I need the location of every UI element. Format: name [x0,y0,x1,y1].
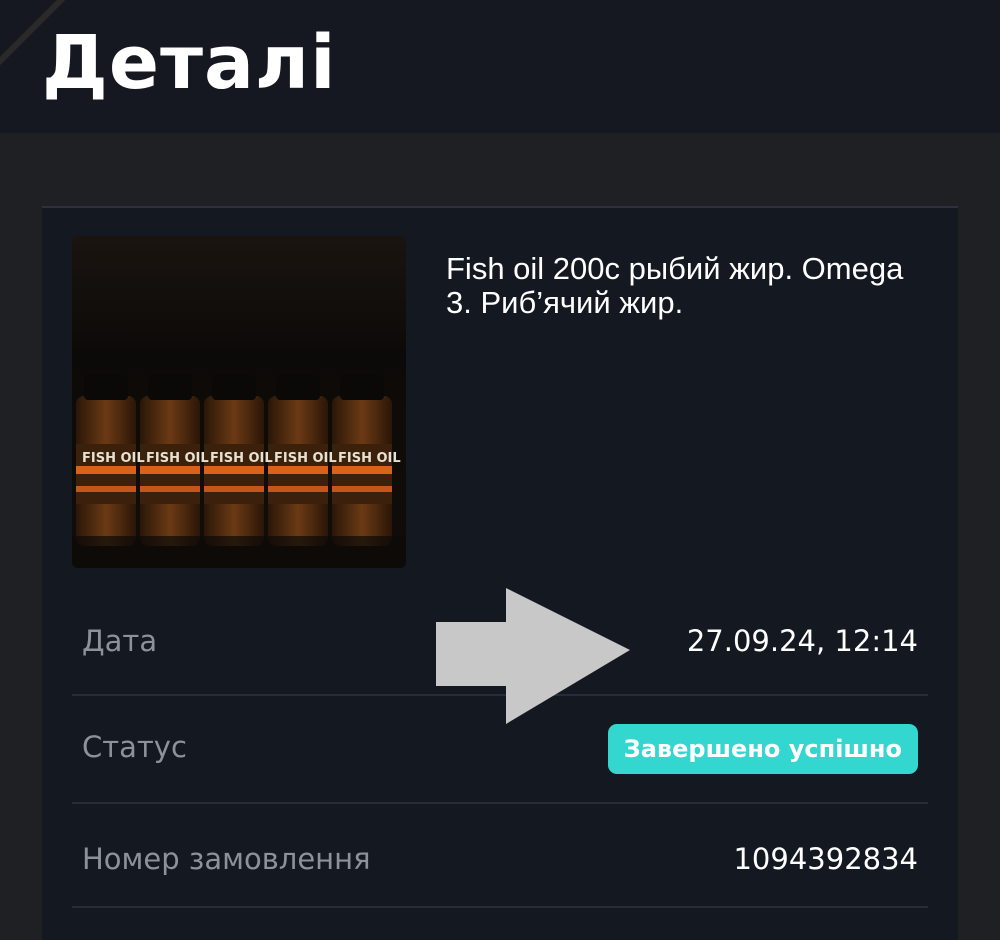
detail-row-order-number: Номер замовлення 1094392834 [72,804,928,908]
status-badge: Завершено успішно [607,724,918,774]
product-image[interactable]: FISH OIL FISH OIL FISH OIL FISH OIL FISH… [72,236,406,568]
svg-text:FISH OIL: FISH OIL [210,451,273,466]
order-number-label: Номер замовлення [82,842,371,876]
svg-text:FISH OIL: FISH OIL [146,451,209,466]
product-title[interactable]: Fish oil 200c рыбий жир. Omega 3. Риб’яч… [446,252,926,320]
order-details-card: FISH OIL FISH OIL FISH OIL FISH OIL FISH… [42,206,958,940]
product-photo-illustration: FISH OIL FISH OIL FISH OIL FISH OIL FISH… [72,236,406,568]
date-label: Дата [82,624,158,658]
status-label: Статус [82,730,187,764]
svg-text:FISH OIL: FISH OIL [274,451,337,466]
date-value: 27.09.24, 12:14 [686,624,918,658]
arrow-right-icon [436,588,630,724]
svg-text:FISH OIL: FISH OIL [82,451,145,466]
svg-text:FISH OIL: FISH OIL [338,451,401,466]
page-title: Деталі [42,20,337,106]
order-number-value[interactable]: 1094392834 [733,842,918,876]
page-header: Деталі [0,0,1000,133]
